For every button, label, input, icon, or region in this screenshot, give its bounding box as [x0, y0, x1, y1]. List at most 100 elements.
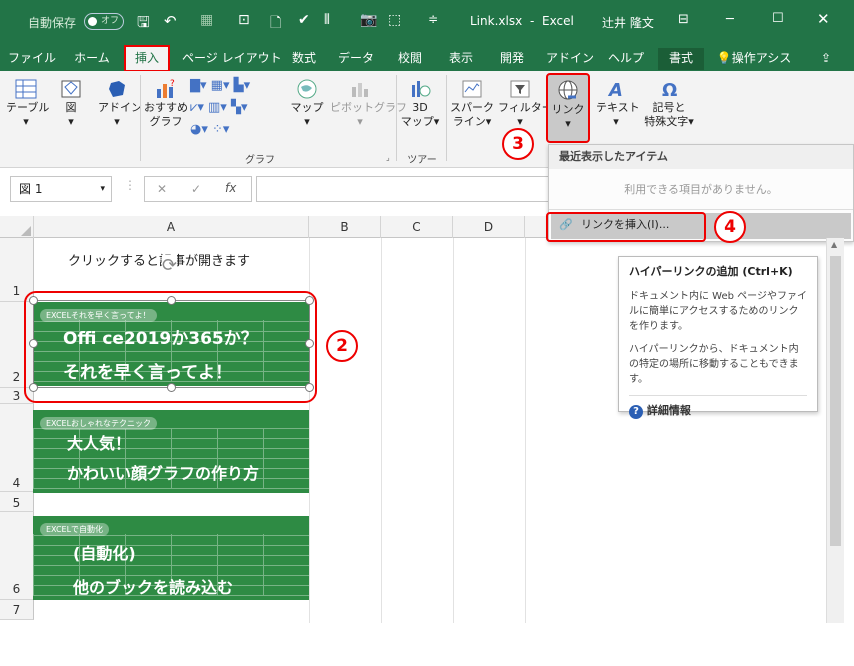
- title-separator: -: [530, 14, 535, 28]
- tab-review[interactable]: 校閲: [392, 48, 428, 70]
- tab-format[interactable]: 書式: [658, 48, 704, 70]
- more-info-link[interactable]: ? 詳細情報: [629, 395, 807, 419]
- chart-icon[interactable]: ⫴: [324, 12, 330, 28]
- column-header-a[interactable]: A: [34, 216, 309, 238]
- column-chart-icon[interactable]: ▇▾: [190, 78, 207, 93]
- pie-chart-icon[interactable]: ◕▾: [190, 122, 208, 137]
- symbol-label-2: 特殊文字: [644, 115, 689, 128]
- file-name: Link.xlsx: [470, 14, 523, 28]
- tab-file[interactable]: ファイル: [8, 48, 56, 70]
- hierarchy-chart-icon[interactable]: ▦▾: [211, 78, 230, 93]
- figure-button[interactable]: 図 ▾: [56, 77, 86, 129]
- row-header-6[interactable]: 6: [0, 512, 34, 600]
- thumbnail-title-line2: かわいい顔グラフの作り方: [67, 464, 260, 483]
- maximize-icon[interactable]: ☐: [772, 11, 784, 26]
- help-icon: ?: [629, 405, 643, 419]
- tab-insert[interactable]: 挿入: [124, 45, 170, 72]
- table-dropdown-icon: ▾: [23, 115, 29, 128]
- autosave-toggle[interactable]: オフ: [84, 13, 124, 30]
- symbol-label-1: 記号と: [652, 101, 686, 114]
- share-icon[interactable]: ⇪: [816, 48, 836, 70]
- recommended-chart-icon: ?: [157, 79, 175, 98]
- vertical-scrollbar[interactable]: ▲: [826, 238, 844, 623]
- column-header-c[interactable]: C: [381, 216, 453, 238]
- tab-home[interactable]: ホーム: [70, 48, 114, 70]
- name-box[interactable]: 図 1 ▾: [10, 176, 112, 202]
- line-chart-icon[interactable]: ⩗▾: [190, 100, 204, 115]
- link-globe-icon: [558, 80, 578, 100]
- column-header-b[interactable]: B: [309, 216, 381, 238]
- tab-view[interactable]: 表示: [444, 48, 478, 70]
- cell-a1-text[interactable]: クリックすると記事が開きます: [68, 250, 250, 269]
- tab-page-layout[interactable]: ページ レイアウト: [182, 48, 282, 70]
- svg-text:A: A: [607, 80, 623, 101]
- enter-icon[interactable]: ✓: [191, 182, 201, 196]
- highlight-frame-insert-link: [546, 212, 706, 242]
- save-as-icon[interactable]: ⊡: [238, 12, 250, 28]
- column-header-d[interactable]: D: [453, 216, 525, 238]
- row-header-7[interactable]: 7: [0, 600, 34, 620]
- formula-row: 図 1 ▾ ⋮ ✕ ✓ fx: [0, 170, 556, 214]
- autosave-state: オフ: [101, 16, 120, 26]
- tab-data[interactable]: データ: [336, 48, 376, 70]
- tab-formulas[interactable]: 数式: [286, 48, 322, 70]
- text-label: テキスト: [596, 101, 640, 114]
- thumbnail-title-line2: 他のブックを読み込む: [73, 578, 234, 597]
- recommended-charts-button[interactable]: ? おすすめ グラフ: [143, 77, 189, 129]
- article-thumbnail[interactable]: EXCELおしゃれなテクニック 大人気！ かわいい顔グラフの作り方: [33, 410, 309, 493]
- scroll-up-icon[interactable]: ▲: [831, 240, 837, 249]
- waterfall-chart-icon[interactable]: ▙▾: [234, 78, 251, 93]
- select-all-corner[interactable]: [0, 216, 34, 238]
- user-name[interactable]: 辻井 隆文: [602, 14, 654, 31]
- dialog-launcher-icon[interactable]: ⌟: [386, 153, 390, 162]
- filter-label: フィルター: [498, 101, 553, 114]
- insert-function-icon[interactable]: fx: [225, 181, 236, 195]
- camera-icon[interactable]: 📷: [360, 12, 377, 28]
- redo-icon[interactable]: ▦: [200, 12, 213, 28]
- article-thumbnail[interactable]: EXCELで自動化 (自動化) 他のブックを読み込む: [33, 516, 309, 600]
- row-header-5[interactable]: 5: [0, 492, 34, 512]
- tab-help[interactable]: ヘルプ: [606, 48, 646, 70]
- scatter-chart-icon[interactable]: ⁘▾: [212, 122, 229, 137]
- formula-bar-input[interactable]: [256, 176, 556, 202]
- row-header-4[interactable]: 4: [0, 404, 34, 492]
- cancel-icon[interactable]: ✕: [157, 182, 167, 196]
- toggle-knob: [88, 17, 97, 26]
- sparkline-dropdown-icon: ▾: [485, 115, 492, 128]
- 3d-map-button[interactable]: 3D マップ▾: [400, 77, 440, 129]
- thumbnail-title-line1: (自動化): [73, 544, 136, 563]
- check-icon[interactable]: ✔: [298, 12, 310, 28]
- hyperlink-tooltip: ハイパーリンクの追加 (Ctrl+K) ドキュメント内に Web ページやファイ…: [618, 256, 818, 419]
- sparkline-button[interactable]: スパーク ライン▾: [450, 77, 494, 129]
- text-button[interactable]: A テキスト ▾: [596, 77, 640, 129]
- tab-developer[interactable]: 開発: [494, 48, 530, 70]
- map-button[interactable]: マップ ▾: [290, 77, 324, 129]
- combo-chart-icon[interactable]: ▚▾: [231, 100, 248, 115]
- minimize-icon[interactable]: ─: [726, 12, 734, 27]
- link-dropdown-icon: ▾: [565, 117, 571, 130]
- more-info-label: 詳細情報: [646, 404, 691, 417]
- statistic-chart-icon[interactable]: ▥▾: [208, 100, 227, 115]
- customize-qat-icon[interactable]: ≑: [428, 12, 438, 26]
- table-button[interactable]: テーブル ▾: [6, 77, 49, 129]
- symbol-button[interactable]: Ω 記号と 特殊文字▾: [640, 77, 698, 129]
- rotate-handle-icon[interactable]: ⟳: [162, 255, 178, 276]
- callout-4: 4: [714, 211, 746, 243]
- tell-me[interactable]: 💡操作アシス: [716, 48, 792, 70]
- filter-button[interactable]: フィルター ▾: [498, 77, 553, 129]
- pivotchart-button[interactable]: ピボットグラフ ▾: [330, 77, 407, 129]
- select-icon[interactable]: ⬚: [388, 12, 401, 28]
- name-box-dropdown-icon[interactable]: ▾: [100, 177, 105, 201]
- ribbon-display-icon[interactable]: ⊟: [678, 12, 689, 27]
- print-preview-icon[interactable]: 🗋: [270, 12, 281, 36]
- gridline: [453, 238, 454, 623]
- pivotchart-dropdown-icon: ▾: [357, 115, 363, 128]
- 3d-map-icon: [412, 81, 431, 97]
- save-icon[interactable]: 🖫: [137, 12, 150, 37]
- scrollbar-thumb[interactable]: [830, 256, 841, 546]
- undo-icon[interactable]: ↶: [164, 12, 177, 30]
- addin-button[interactable]: アドイン ▾: [98, 77, 142, 129]
- close-icon[interactable]: ✕: [817, 10, 830, 28]
- tab-addins[interactable]: アドイン: [546, 48, 594, 70]
- link-button[interactable]: リンク ▾: [546, 73, 590, 143]
